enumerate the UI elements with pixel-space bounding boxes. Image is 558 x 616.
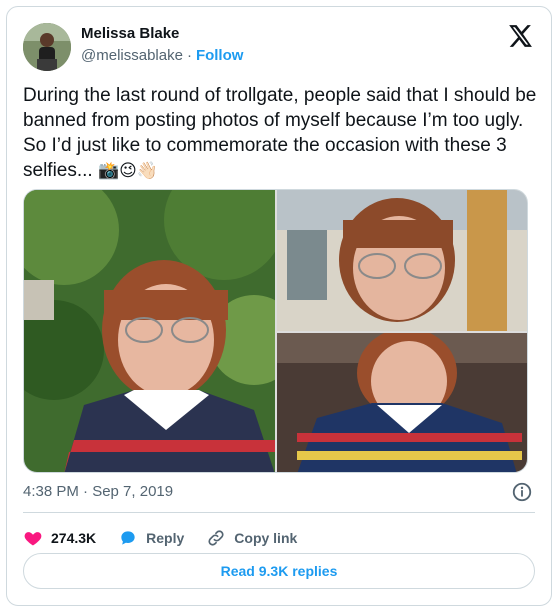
photo-2[interactable] — [277, 190, 527, 331]
author-name[interactable]: Melissa Blake — [81, 25, 179, 42]
tweet-card: Melissa Blake @melissablake · Follow Dur… — [6, 6, 552, 606]
avatar[interactable] — [23, 23, 71, 71]
heart-icon — [24, 532, 42, 546]
like-count: 274.3K — [51, 530, 97, 546]
author-handle[interactable]: @melissablake — [81, 47, 183, 64]
camera-flash-emoji: 📸 — [97, 161, 120, 180]
photo-1[interactable] — [24, 190, 275, 472]
divider — [23, 512, 535, 513]
info-icon[interactable] — [511, 481, 533, 503]
link-icon — [208, 530, 224, 546]
handle-row: @melissablake · Follow — [81, 47, 243, 64]
copy-link-button[interactable]: Copy link — [206, 528, 297, 548]
timestamp[interactable]: 4:38 PM · Sep 7, 2019 — [23, 483, 173, 500]
wave-emoji: 👋🏻 — [136, 161, 159, 180]
action-bar: 274.3K Reply Copy link — [23, 521, 297, 555]
x-logo-icon[interactable] — [507, 23, 533, 49]
tweet-text: During the last round of trollgate, peop… — [23, 83, 538, 183]
wink-emoji: 😉 — [119, 161, 137, 180]
copy-link-label: Copy link — [234, 530, 298, 546]
media-grid — [23, 189, 528, 473]
photo-3[interactable] — [277, 333, 527, 472]
reply-button[interactable]: Reply — [118, 528, 184, 548]
read-replies-button[interactable]: Read 9.3K replies — [23, 553, 535, 589]
like-button[interactable]: 274.3K — [23, 528, 96, 548]
reply-bubble-icon — [121, 531, 135, 545]
follow-button[interactable]: Follow — [196, 47, 244, 64]
separator: · — [186, 47, 192, 64]
reply-label: Reply — [146, 530, 185, 546]
